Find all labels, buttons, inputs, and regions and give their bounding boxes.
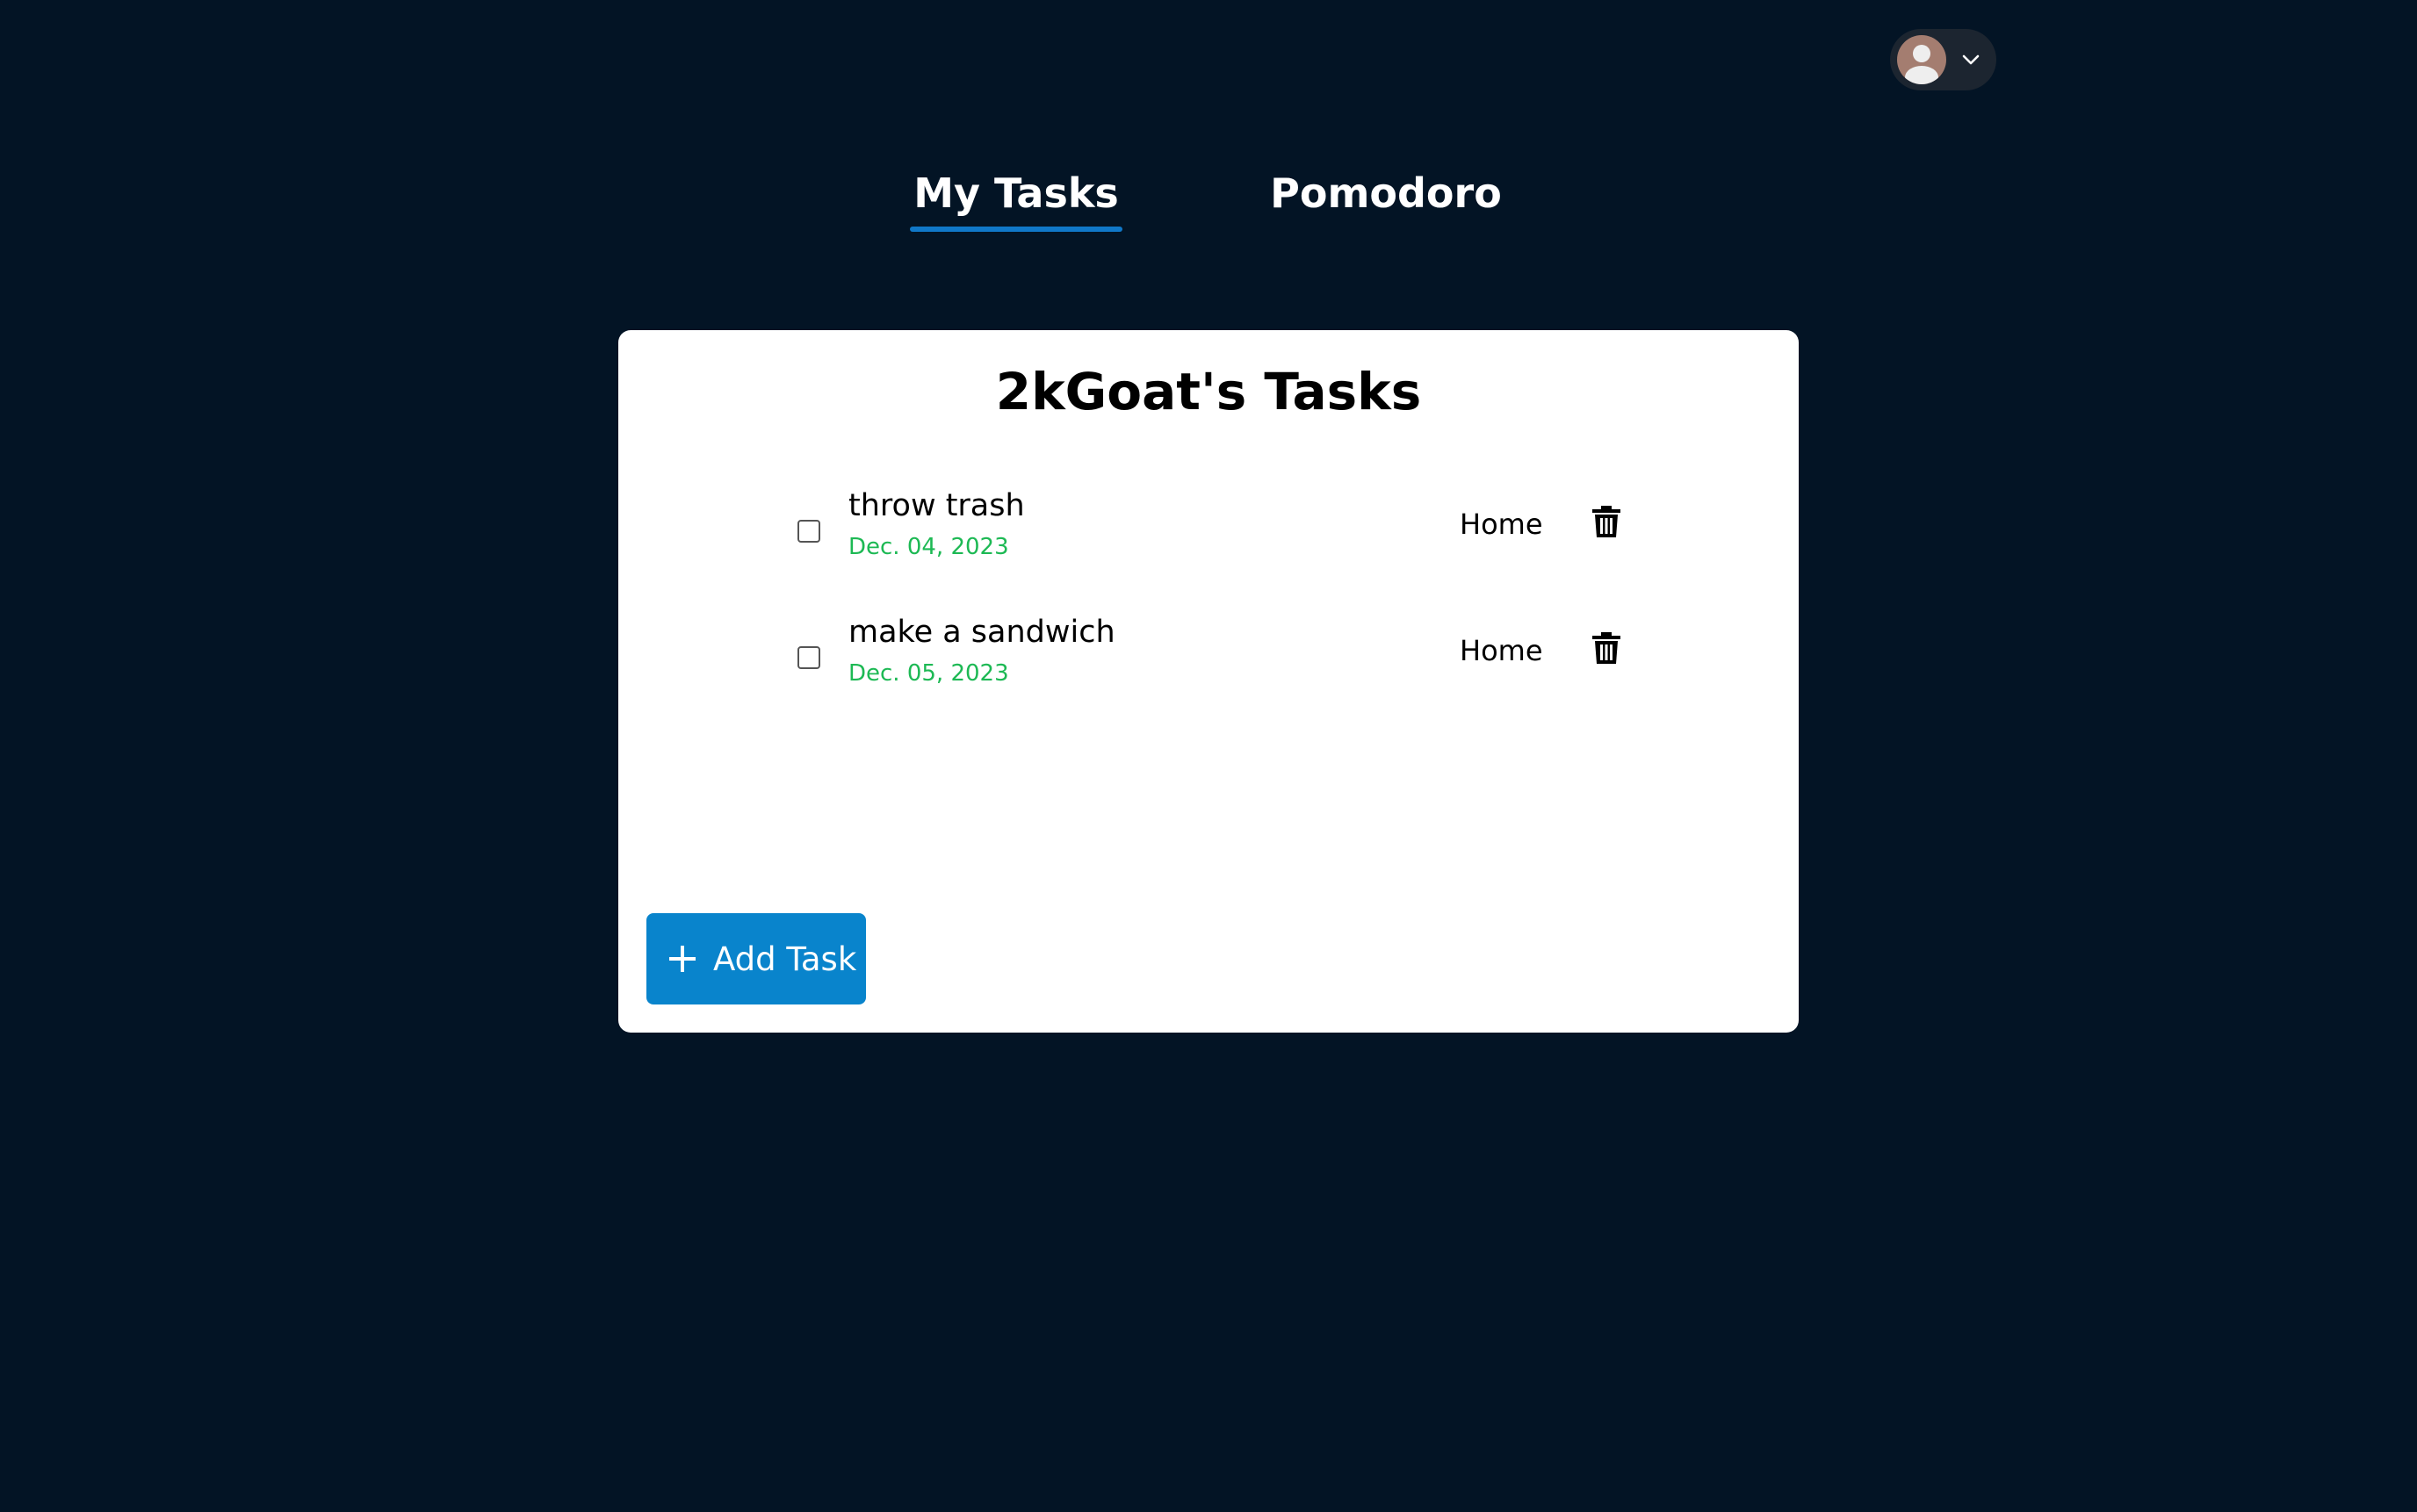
task-checkbox[interactable] bbox=[797, 520, 820, 543]
tab-pomodoro[interactable]: Pomodoro bbox=[1265, 158, 1507, 228]
tab-my-tasks[interactable]: My Tasks bbox=[910, 158, 1122, 232]
task-row: throw trash Dec. 04, 2023 Home bbox=[618, 488, 1799, 585]
user-menu[interactable] bbox=[1890, 29, 1996, 90]
task-checkbox[interactable] bbox=[797, 646, 820, 669]
task-row: make a sandwich Dec. 05, 2023 Home bbox=[618, 615, 1799, 711]
task-title: make a sandwich bbox=[848, 615, 1115, 650]
page-title: 2kGoat's Tasks bbox=[995, 362, 1422, 421]
trash-icon[interactable] bbox=[1591, 632, 1621, 664]
chevron-down-icon bbox=[1962, 54, 1980, 65]
add-task-label: Add Task bbox=[713, 940, 857, 978]
task-date: Dec. 05, 2023 bbox=[848, 660, 1009, 687]
trash-icon[interactable] bbox=[1591, 506, 1621, 537]
avatar bbox=[1897, 35, 1946, 84]
task-category: Home bbox=[1460, 634, 1543, 667]
task-card: 2kGoat's Tasks throw trash Dec. 04, 2023… bbox=[618, 330, 1799, 1033]
user-avatar-icon bbox=[1905, 45, 1938, 84]
task-title: throw trash bbox=[848, 488, 1025, 523]
task-category: Home bbox=[1460, 508, 1543, 541]
task-date: Dec. 04, 2023 bbox=[848, 534, 1009, 560]
add-task-button[interactable]: Add Task bbox=[646, 913, 866, 1004]
plus-icon bbox=[669, 946, 696, 972]
